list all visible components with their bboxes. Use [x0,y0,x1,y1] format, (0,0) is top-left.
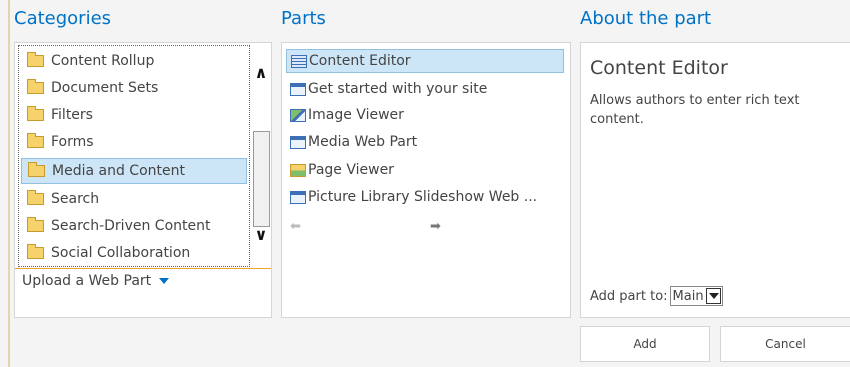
part-item-content-editor[interactable]: Content Editor [286,49,564,73]
zone-select[interactable]: Main [669,286,723,306]
chevron-down-icon[interactable] [705,288,721,304]
about-panel: Content Editor Allows authors to enter r… [580,42,850,318]
category-item-document-sets[interactable]: Document Sets [21,75,247,101]
folder-icon [28,162,45,177]
category-item-media-and-content[interactable]: Media and Content [21,158,247,184]
left-border [8,0,10,367]
add-button[interactable]: Add [580,326,710,362]
folder-icon [27,244,44,259]
parts-pager: ⬅ ➡ [290,219,460,235]
add-part-to-row: Add part to: Main [590,286,723,306]
part-label: Media Web Part [308,134,418,150]
page-viewer-icon [290,163,306,177]
folder-icon [27,52,44,67]
scrollbar-thumb[interactable] [253,131,270,227]
part-name: Content Editor [590,57,728,79]
category-label: Forms [51,134,94,150]
about-heading: About the part [580,8,712,29]
zone-selected-value: Main [672,288,704,304]
category-label: Media and Content [52,163,185,179]
category-item-social-collaboration[interactable]: Social Collaboration [21,240,247,266]
category-label: Search [51,191,100,207]
folder-icon [27,106,44,121]
part-label: Content Editor [309,53,411,69]
content-editor-icon [291,54,307,68]
parts-heading: Parts [281,8,326,29]
categories-scrollbar[interactable]: ∧ ∨ [251,45,271,267]
category-item-filters[interactable]: Filters [21,102,247,128]
upload-web-part-link[interactable]: Upload a Web Part [22,273,170,289]
categories-heading: Categories [14,8,112,29]
part-description: Allows authors to enter rich text conten… [590,93,800,127]
web-part-icon [290,135,306,149]
category-label: Search-Driven Content [51,218,211,234]
folder-icon [27,133,44,148]
scroll-up-icon[interactable]: ∧ [253,63,269,83]
category-item-forms[interactable]: Forms [21,129,247,155]
category-label: Document Sets [51,80,159,96]
previous-page-icon[interactable]: ⬅ [290,219,301,234]
web-part-icon [290,82,306,96]
folder-icon [27,190,44,205]
cancel-button[interactable]: Cancel [720,326,850,362]
parts-panel: Content Editor Get started with your sit… [281,42,571,318]
web-part-icon [290,190,306,204]
category-label: Social Collaboration [51,245,191,261]
next-page-icon[interactable]: ➡ [430,219,441,234]
part-label: Get started with your site [308,81,488,97]
dropdown-arrow-icon [159,278,170,284]
category-label: Filters [51,107,93,123]
categories-panel: Content Rollup Document Sets Filters For… [14,42,272,318]
part-item-image-viewer[interactable]: Image Viewer [286,103,564,127]
category-item-content-rollup[interactable]: Content Rollup [21,48,247,74]
upload-label: Upload a Web Part [22,273,152,289]
image-viewer-icon [290,108,306,122]
part-item-picture-library-slideshow[interactable]: Picture Library Slideshow Web ... [286,185,564,209]
add-part-to-label: Add part to: [590,288,668,304]
part-item-media-web-part[interactable]: Media Web Part [286,130,564,154]
part-item-page-viewer[interactable]: Page Viewer [286,158,564,182]
folder-icon [27,217,44,232]
accent-divider [15,268,271,269]
category-label: Content Rollup [51,53,155,69]
part-label: Image Viewer [308,107,404,123]
folder-icon [27,79,44,94]
category-item-search-driven-content[interactable]: Search-Driven Content [21,213,247,239]
categories-list: Content Rollup Document Sets Filters For… [18,45,250,267]
category-item-search[interactable]: Search [21,186,247,212]
part-label: Picture Library Slideshow Web ... [308,189,538,205]
part-item-get-started[interactable]: Get started with your site [286,77,564,101]
part-label: Page Viewer [308,162,394,178]
scroll-down-icon[interactable]: ∨ [253,225,269,245]
